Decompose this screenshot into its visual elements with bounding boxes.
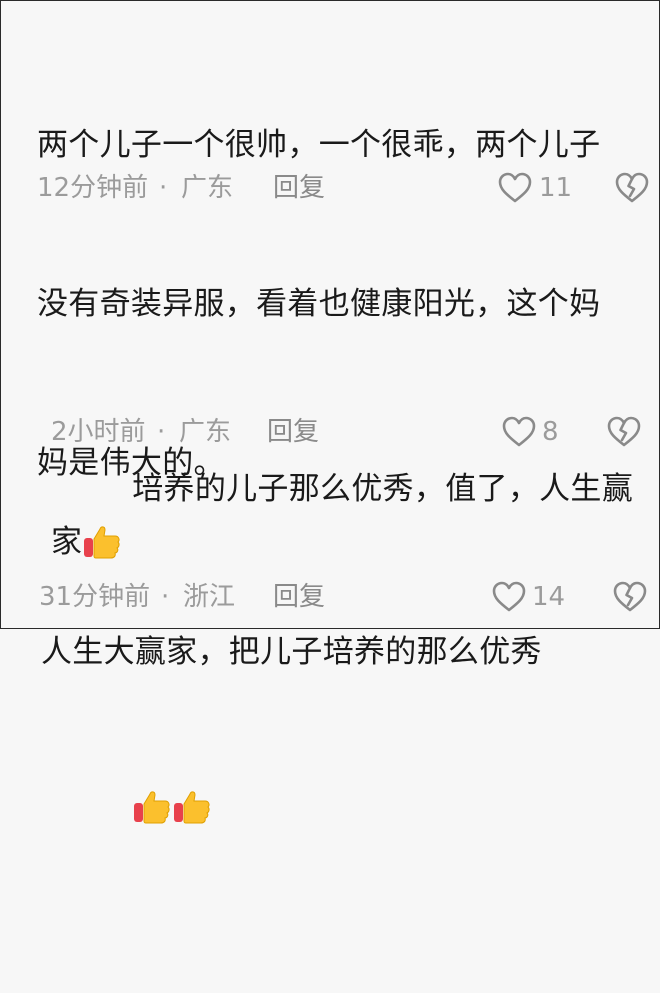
like-count: 11 [539, 173, 573, 203]
heart-outline-icon [498, 172, 532, 203]
comment-line: 两个儿子一个很帅，一个很乖，两个儿子 [37, 127, 601, 163]
reply-button[interactable]: 回复 [273, 168, 325, 208]
thumbs-up-emoji [134, 790, 170, 823]
comment-location: 浙江 [183, 582, 236, 612]
comment-list-frame: 两个儿子一个很帅，一个很乖，两个儿子 没有奇装异服，看着也健康阳光，这个妈 妈是… [0, 0, 660, 823]
comment-meta: 2小时前 · 广东 回复 8 [1, 412, 660, 452]
dislike-button[interactable] [613, 577, 647, 617]
like-button[interactable] [492, 577, 526, 617]
heart-outline-icon [492, 581, 526, 612]
meta-separator: · [157, 417, 166, 447]
reply-button[interactable]: 回复 [267, 412, 319, 452]
like-count: 14 [532, 582, 566, 612]
comment-time: 12分钟前 [37, 173, 149, 203]
comment-meta: 31分钟前 · 浙江 回复 14 [1, 577, 660, 617]
meta-separator: · [159, 173, 168, 203]
comment-meta: 12分钟前 · 广东 回复 11 [1, 168, 660, 208]
comment-location: 广东 [181, 173, 234, 203]
comment-text: 人生大赢家，把儿子培养的那么优秀 [41, 520, 542, 785]
dislike-button[interactable] [607, 412, 641, 452]
heart-outline-icon [502, 416, 536, 447]
like-button[interactable] [502, 412, 536, 452]
reply-button[interactable]: 回复 [273, 577, 325, 617]
broken-heart-icon [613, 581, 647, 612]
like-count: 8 [542, 417, 559, 447]
broken-heart-icon [607, 416, 641, 447]
like-button[interactable] [498, 168, 532, 208]
comment-time: 2小时前 [51, 417, 146, 447]
comment-location: 广东 [179, 417, 232, 447]
comment-line: 人生大赢家，把儿子培养的那么优秀 [41, 634, 542, 670]
thumbs-up-emoji [174, 790, 210, 823]
comment-time: 31分钟前 [39, 582, 151, 612]
dislike-button[interactable] [615, 168, 649, 208]
broken-heart-icon [615, 172, 649, 203]
meta-separator: · [161, 582, 170, 612]
